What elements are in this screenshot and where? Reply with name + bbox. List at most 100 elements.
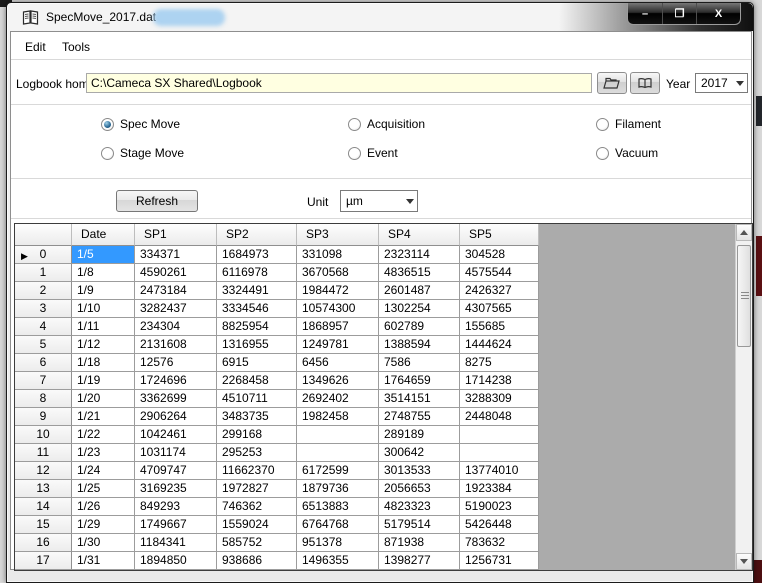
grid-cell[interactable]: 1/8 [72,264,135,282]
menu-edit[interactable]: Edit [19,37,52,57]
radio-vacuum[interactable]: Vacuum [596,145,762,161]
grid-cell[interactable]: 289189 [379,426,460,444]
grid-cell[interactable]: 7586 [379,354,460,372]
grid-cell[interactable]: 5426448 [460,516,539,534]
grid-cell[interactable]: 1879736 [297,480,379,498]
grid-cell[interactable]: 1316955 [217,336,297,354]
grid-cell[interactable]: 1/12 [72,336,135,354]
grid-cell[interactable]: 1/19 [72,372,135,390]
grid-cell[interactable] [460,426,539,444]
grid-cell[interactable]: 3483735 [217,408,297,426]
scrollbar-thumb[interactable] [737,245,751,347]
radio-spec-move[interactable]: Spec Move [101,116,301,132]
grid-cell[interactable]: 1984472 [297,282,379,300]
grid-cell[interactable]: 2323114 [379,246,460,264]
grid-cell[interactable] [460,444,539,462]
grid-cell[interactable]: 1/22 [72,426,135,444]
grid-cell[interactable]: 746362 [217,498,297,516]
grid-cell[interactable]: 1444624 [460,336,539,354]
row-header[interactable]: 16 [15,534,72,552]
grid-cell[interactable]: 8275 [460,354,539,372]
grid-cell[interactable]: 1/11 [72,318,135,336]
grid-cell[interactable]: 6915 [217,354,297,372]
logbook-button[interactable] [630,72,660,94]
row-header[interactable]: 2 [15,282,72,300]
row-header[interactable]: 9 [15,408,72,426]
year-select[interactable]: 2017 [695,73,748,93]
grid-cell[interactable]: 1/23 [72,444,135,462]
grid-cell[interactable]: 4823323 [379,498,460,516]
grid-cell[interactable]: 4836515 [379,264,460,282]
grid-cell[interactable]: 1/26 [72,498,135,516]
column-header-date[interactable]: Date [72,224,135,246]
radio-filament[interactable]: Filament [596,116,762,132]
grid-cell[interactable]: 6764768 [297,516,379,534]
grid-cell[interactable]: 3282437 [135,300,217,318]
grid-cell[interactable]: 1749667 [135,516,217,534]
row-header[interactable]: 10 [15,426,72,444]
grid-cell[interactable]: 1256731 [460,552,539,570]
grid-cell[interactable]: 1923384 [460,480,539,498]
grid-cell[interactable]: 602789 [379,318,460,336]
grid-cell[interactable]: 2906264 [135,408,217,426]
column-header-sp5[interactable]: SP5 [460,224,539,246]
grid-cell[interactable]: 938686 [217,552,297,570]
grid-cell[interactable]: 1/9 [72,282,135,300]
grid-cell[interactable]: 951378 [297,534,379,552]
grid-cell[interactable]: 849293 [135,498,217,516]
grid-cell[interactable]: 12576 [135,354,217,372]
column-header-sp4[interactable]: SP4 [379,224,460,246]
grid-cell[interactable]: 4575544 [460,264,539,282]
grid-cell[interactable]: 1/25 [72,480,135,498]
grid-cell[interactable]: 1042461 [135,426,217,444]
radio-event[interactable]: Event [348,145,548,161]
grid-cell[interactable]: 871938 [379,534,460,552]
grid-cell[interactable]: 8825954 [217,318,297,336]
grid-cell[interactable]: 4709747 [135,462,217,480]
row-header[interactable]: 15 [15,516,72,534]
title-bar[interactable]: SpecMove_2017.dat – ❐ X [7,3,753,31]
grid-cell[interactable]: 1982458 [297,408,379,426]
grid-cell[interactable]: 304528 [460,246,539,264]
grid-cell[interactable]: 10574300 [297,300,379,318]
grid-cell[interactable]: 1714238 [460,372,539,390]
menu-tools[interactable]: Tools [56,37,96,57]
row-header[interactable]: 7 [15,372,72,390]
logbook-path-input[interactable]: C:\Cameca SX Shared\Logbook [86,73,592,93]
grid-cell[interactable]: 1031174 [135,444,217,462]
open-folder-button[interactable] [597,72,627,94]
grid-cell[interactable]: 2268458 [217,372,297,390]
row-header[interactable]: 1 [15,264,72,282]
grid-cell[interactable]: 13774010 [460,462,539,480]
grid-cell[interactable]: 2426327 [460,282,539,300]
grid-cell[interactable]: 5179514 [379,516,460,534]
grid-cell[interactable]: 4590261 [135,264,217,282]
grid-cell[interactable]: 299168 [217,426,297,444]
grid-cell[interactable] [297,444,379,462]
grid-cell[interactable]: 2056653 [379,480,460,498]
grid-cell[interactable]: 2748755 [379,408,460,426]
grid-cell[interactable]: 1496355 [297,552,379,570]
grid-cell[interactable]: 3324491 [217,282,297,300]
unit-select[interactable]: µm [340,190,418,212]
grid-cell[interactable]: 6456 [297,354,379,372]
grid-cell[interactable]: 2448048 [460,408,539,426]
grid-cell[interactable]: 295253 [217,444,297,462]
grid-cell[interactable]: 3514151 [379,390,460,408]
grid-cell[interactable]: 1/18 [72,354,135,372]
radio-stage-move[interactable]: Stage Move [101,145,301,161]
grid-cell[interactable]: 1/21 [72,408,135,426]
grid-cell[interactable]: 1184341 [135,534,217,552]
grid-cell[interactable]: 1972827 [217,480,297,498]
grid-cell[interactable]: 3169235 [135,480,217,498]
grid-cell[interactable]: 331098 [297,246,379,264]
vertical-scrollbar[interactable] [735,224,752,570]
grid-cell[interactable]: 1/31 [72,552,135,570]
grid-cell[interactable]: 6172599 [297,462,379,480]
row-header[interactable]: 17 [15,552,72,570]
grid-corner-cell[interactable] [15,224,72,246]
grid-cell[interactable]: 3013533 [379,462,460,480]
grid-cell[interactable]: 3334546 [217,300,297,318]
grid-cell[interactable]: 1302254 [379,300,460,318]
column-header-sp3[interactable]: SP3 [297,224,379,246]
